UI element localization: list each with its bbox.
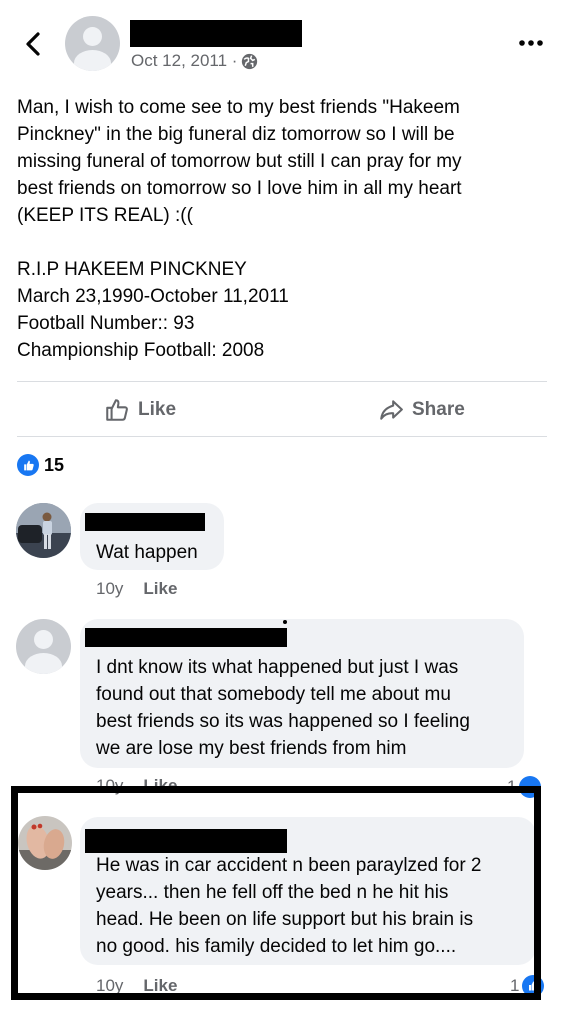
- like-button[interactable]: Like: [104, 397, 176, 423]
- post-line: Pinckney" in the big funeral diz tomorro…: [17, 124, 455, 145]
- globe-icon: [242, 53, 258, 69]
- comment-text: I dnt know its what happened but just I …: [96, 654, 516, 762]
- comment-line: found out that somebody tell me about mu: [96, 684, 451, 705]
- poster-name-redacted[interactable]: [130, 20, 302, 47]
- comment-meta: 10y Like: [96, 579, 177, 599]
- comment-time: 10y: [96, 579, 124, 598]
- share-button[interactable]: Share: [378, 397, 465, 423]
- comment-text: Wat happen: [96, 542, 198, 563]
- post-line: March 23,1990-October 11,2011: [17, 286, 289, 307]
- more-options-button[interactable]: [518, 36, 546, 48]
- comment-line: I dnt know its what happened but just I …: [96, 657, 459, 678]
- post-date[interactable]: Oct 12, 2011 ·: [131, 51, 258, 71]
- post-line: R.I.P HAKEEM PINCKNEY: [17, 259, 247, 280]
- commenter-avatar[interactable]: [16, 619, 71, 674]
- redaction-dot: [283, 620, 287, 624]
- avatar-photo: [16, 503, 71, 558]
- comment-like-link[interactable]: Like: [143, 579, 177, 598]
- reaction-summary[interactable]: 15: [17, 454, 64, 476]
- thumbs-up-icon: [106, 399, 128, 421]
- comment-line: we are lose my best friends from him: [96, 738, 407, 759]
- chevron-left-icon: [26, 32, 40, 56]
- post-line: best friends on tomorrow so I love him i…: [17, 178, 462, 199]
- ellipsis-icon: [519, 40, 543, 46]
- poster-avatar[interactable]: [65, 16, 120, 71]
- post-line: (KEEP ITS REAL) :((: [17, 205, 193, 226]
- commenter-name-redacted[interactable]: [85, 628, 287, 647]
- divider: [17, 381, 547, 382]
- highlight-box: [11, 786, 541, 1000]
- like-reaction-icon: [17, 454, 39, 476]
- share-arrow-icon: [380, 400, 403, 420]
- post-line: Championship Football: 2008: [17, 340, 265, 361]
- post-line: missing funeral of tomorrow but still I …: [17, 151, 462, 172]
- comment-line: best friends so its was happened so I fe…: [96, 711, 470, 732]
- post-line: Man, I wish to come see to my best frien…: [17, 97, 460, 118]
- post-body: Man, I wish to come see to my best frien…: [17, 94, 547, 364]
- commenter-name-redacted[interactable]: [85, 513, 205, 531]
- divider: [17, 436, 547, 437]
- back-button[interactable]: [22, 30, 46, 58]
- post-line: Football Number:: 93: [17, 313, 195, 334]
- commenter-avatar[interactable]: [16, 503, 71, 558]
